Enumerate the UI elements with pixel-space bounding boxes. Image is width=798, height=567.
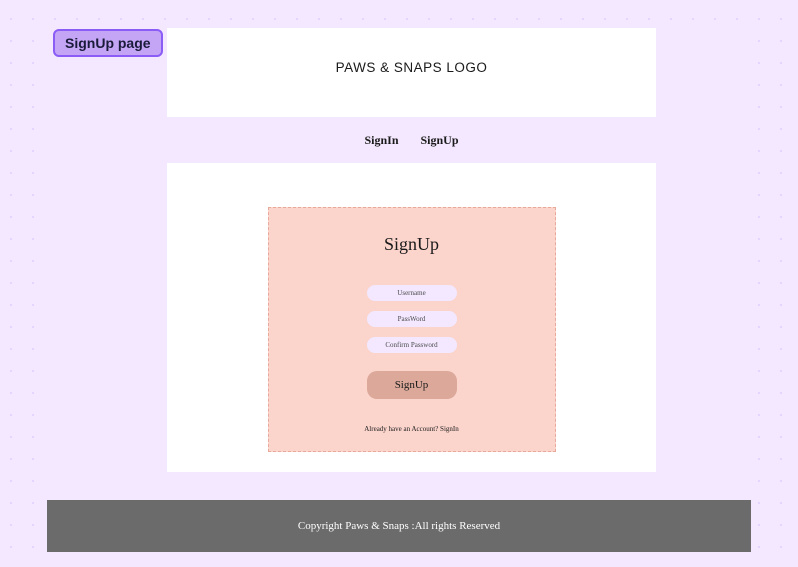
- form-area: SignUp SignUp Already have an Account? S…: [167, 163, 656, 472]
- page-badge-label: SignUp page: [65, 35, 151, 51]
- confirm-password-input[interactable]: [367, 337, 457, 353]
- footer-text: Copyright Paws & Snaps :All rights Reser…: [298, 520, 500, 532]
- signup-button[interactable]: SignUp: [367, 371, 457, 399]
- username-input[interactable]: [367, 285, 457, 301]
- signup-form: SignUp SignUp Already have an Account? S…: [268, 207, 556, 452]
- form-title: SignUp: [289, 234, 535, 255]
- logo-text: PAWS & SNAPS LOGO: [167, 60, 656, 75]
- content-wrapper: PAWS & SNAPS LOGO SignIn SignUp SignUp S…: [167, 28, 656, 472]
- header-section: PAWS & SNAPS LOGO: [167, 28, 656, 117]
- tab-signup[interactable]: SignUp: [421, 133, 459, 148]
- signin-link[interactable]: Already have an Account? SignIn: [289, 425, 535, 433]
- auth-tabs: SignIn SignUp: [167, 117, 656, 163]
- page-badge: SignUp page: [53, 29, 163, 57]
- tab-signin[interactable]: SignIn: [364, 133, 398, 148]
- main-canvas: PAWS & SNAPS LOGO SignIn SignUp SignUp S…: [47, 20, 751, 552]
- footer: Copyright Paws & Snaps :All rights Reser…: [47, 500, 751, 552]
- password-input[interactable]: [367, 311, 457, 327]
